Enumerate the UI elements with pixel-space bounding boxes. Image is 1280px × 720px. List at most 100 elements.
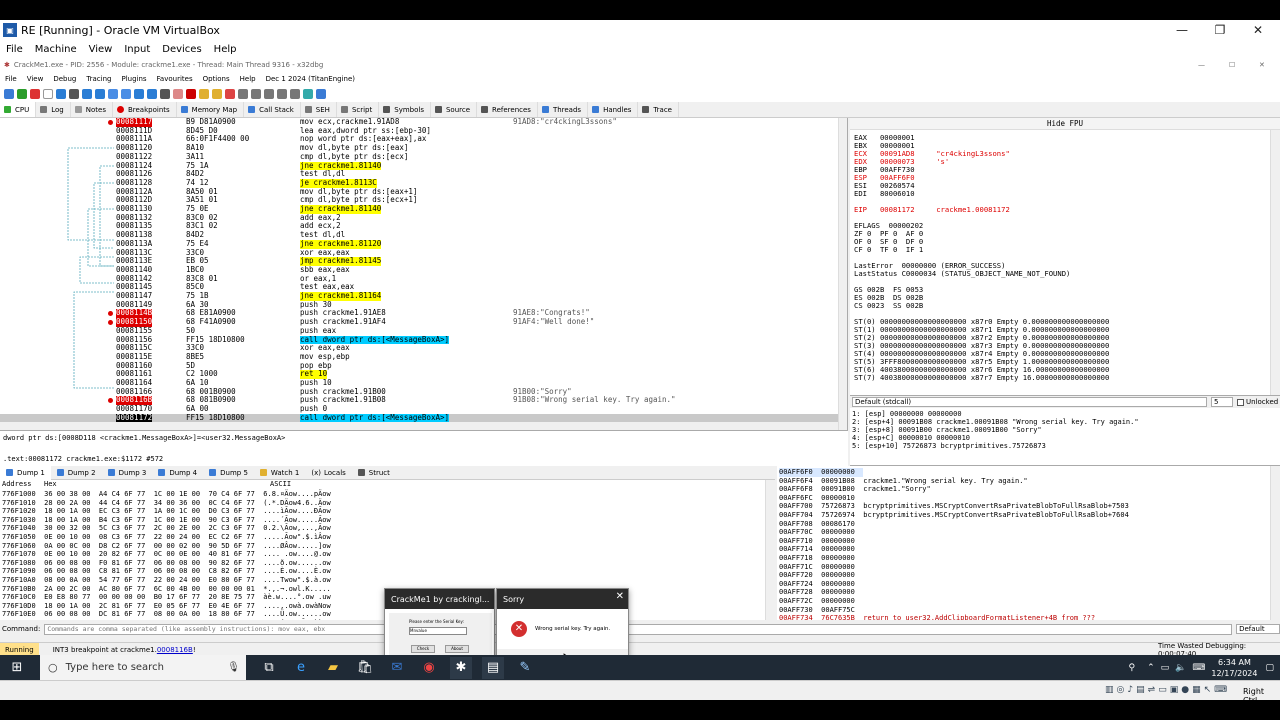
tab-log[interactable]: Log <box>36 102 71 117</box>
clock[interactable]: 6:34 AM 12/17/2024 <box>1211 657 1257 679</box>
network-adapter-icon[interactable]: ▤ <box>1136 685 1145 695</box>
trace-into-icon[interactable] <box>108 89 118 99</box>
serial-input[interactable]: Mnvalue <box>409 627 467 635</box>
notepad-taskbar-icon[interactable]: ✎ <box>514 657 536 679</box>
x-menu-view[interactable]: View <box>27 75 44 83</box>
tab-dump-1[interactable]: Dump 1 <box>0 465 51 480</box>
run-icon[interactable] <box>56 89 66 99</box>
mail-icon[interactable]: ✉ <box>386 657 408 679</box>
stack-arguments-view[interactable]: 1: [esp] 00000000 00000000 2: [esp+4] 00… <box>850 408 1280 466</box>
tab-breakpoints[interactable]: Breakpoints <box>113 102 177 117</box>
registers-view[interactable]: Hide FPU EAX 00000001 EBX 00000001 ECX 000… <box>850 118 1280 396</box>
display-icon[interactable]: ▣ <box>1170 685 1179 695</box>
recording-icon[interactable]: ● <box>1181 685 1189 695</box>
x32-close-button[interactable]: ✕ <box>1259 61 1265 69</box>
x-menu-help[interactable]: Help <box>240 75 256 83</box>
x32-minimize-button[interactable]: — <box>1198 61 1205 69</box>
disasm-scrollbar[interactable] <box>838 118 847 430</box>
people-icon[interactable]: ⚲ <box>1129 663 1136 673</box>
font-icon[interactable] <box>290 89 300 99</box>
check-button[interactable]: Check <box>411 645 435 653</box>
hide-fpu-button[interactable]: Hide FPU <box>850 118 1280 130</box>
edge-icon[interactable]: e <box>290 657 312 679</box>
tab-cpu[interactable]: CPU <box>0 102 37 117</box>
step-over-icon[interactable] <box>95 89 105 99</box>
breakpoint-marker-icon[interactable] <box>108 320 113 326</box>
tab-threads[interactable]: Threads <box>538 102 589 117</box>
status-link[interactable]: 0008116B <box>157 646 193 654</box>
settings-icon[interactable] <box>316 89 326 99</box>
tab-dump-4[interactable]: Dump 4 <box>152 466 203 480</box>
network-icon[interactable]: ▭ <box>1161 663 1170 673</box>
x-menu-options[interactable]: Options <box>203 75 230 83</box>
tab-script[interactable]: Script <box>337 102 380 117</box>
breakpoint-marker-icon[interactable] <box>108 398 113 404</box>
breakpoint-icon[interactable] <box>186 89 196 99</box>
taskbar-search[interactable]: ○ Type here to search 🎙 <box>40 655 246 680</box>
regs-scrollbar[interactable] <box>1270 130 1280 395</box>
dump-scrollbar[interactable] <box>765 480 775 620</box>
command-input[interactable] <box>44 623 1233 635</box>
command-mode-select[interactable]: Default <box>1236 624 1280 634</box>
stack-scrollbar[interactable] <box>1270 466 1280 620</box>
hdd-icon[interactable]: ▥ <box>1105 685 1114 695</box>
tab-watch-1[interactable]: Watch 1 <box>254 466 305 480</box>
tab-call-stack[interactable]: Call Stack <box>244 102 301 117</box>
menu-devices[interactable]: Devices <box>162 44 201 55</box>
keyboard-capture-icon[interactable]: ⌨ <box>1214 685 1227 695</box>
tab-dump-2[interactable]: Dump 2 <box>51 466 102 480</box>
audio-icon[interactable]: ♪ <box>1127 685 1133 695</box>
tab-references[interactable]: References <box>477 102 538 117</box>
store-icon[interactable]: 🛍 <box>354 657 376 679</box>
chrome-icon[interactable]: ◉ <box>418 657 440 679</box>
tab-memory-map[interactable]: Memory Map <box>177 102 245 117</box>
calculator-icon[interactable] <box>303 89 313 99</box>
tab-seh[interactable]: SEH <box>301 102 337 117</box>
x-menu-plugins[interactable]: Plugins <box>121 75 146 83</box>
x32dbg-taskbar-icon[interactable]: ✱ <box>450 656 472 679</box>
keyboard-icon[interactable]: ⌨ <box>1192 663 1205 673</box>
run-to-user-code-icon[interactable] <box>147 89 157 99</box>
optical-icon[interactable]: ◎ <box>1117 685 1125 695</box>
restart-icon[interactable] <box>17 89 27 99</box>
calling-convention-select[interactable]: Default (stdcall) <box>852 397 1207 407</box>
disasm-hscrollbar[interactable] <box>0 422 838 430</box>
tab-struct[interactable]: Struct <box>352 466 396 480</box>
labels-icon[interactable] <box>212 89 222 99</box>
tab-symbols[interactable]: Symbols <box>379 102 431 117</box>
open-icon[interactable] <box>4 89 14 99</box>
crackme-taskbar-icon[interactable]: ▤ <box>482 656 504 679</box>
comments-icon[interactable] <box>199 89 209 99</box>
tab-handles[interactable]: Handles <box>588 102 639 117</box>
execute-till-return-icon[interactable] <box>134 89 144 99</box>
tray-chevron-icon[interactable]: ⌃ <box>1147 663 1155 673</box>
tab-locals[interactable]: (x) Locals <box>305 466 351 480</box>
tab-dump-3[interactable]: Dump 3 <box>102 466 153 480</box>
tab-trace[interactable]: Trace <box>638 102 679 117</box>
x-menu-file[interactable]: File <box>5 75 17 83</box>
menu-machine[interactable]: Machine <box>35 44 77 55</box>
menu-view[interactable]: View <box>89 44 113 55</box>
asm-icon[interactable] <box>277 89 287 99</box>
breakpoint-marker-icon[interactable] <box>108 311 113 317</box>
hash-icon[interactable] <box>238 89 248 99</box>
x32-maximize-button[interactable]: ☐ <box>1229 61 1235 69</box>
shared-folders-icon[interactable]: ▭ <box>1158 685 1167 695</box>
restore-button[interactable]: ❐ <box>1200 20 1240 40</box>
minimize-button[interactable]: — <box>1162 20 1202 40</box>
disassembly-view[interactable]: 00081117 B9 D81A0900 mov ecx,crackme1.91AD… <box>0 118 848 430</box>
patches-icon[interactable] <box>173 89 183 99</box>
arg-count-spin[interactable]: 5 <box>1211 397 1233 407</box>
x-menu-debug[interactable]: Debug <box>53 75 76 83</box>
start-icon[interactable]: ⊞ <box>6 657 28 679</box>
x-menu-tracing[interactable]: Tracing <box>86 75 111 83</box>
volume-icon[interactable]: 🔈 <box>1175 663 1186 673</box>
tab-notes[interactable]: Notes <box>71 102 113 117</box>
trace-over-icon[interactable] <box>121 89 131 99</box>
notification-icon[interactable]: ▢ <box>1265 663 1274 673</box>
cpu-indicator-icon[interactable]: ▦ <box>1192 685 1201 695</box>
menu-input[interactable]: Input <box>124 44 150 55</box>
x-menu-favourites[interactable]: Favourites <box>157 75 193 83</box>
highlight-icon[interactable] <box>225 89 235 99</box>
task-view-icon[interactable]: ⧉ <box>258 657 280 679</box>
